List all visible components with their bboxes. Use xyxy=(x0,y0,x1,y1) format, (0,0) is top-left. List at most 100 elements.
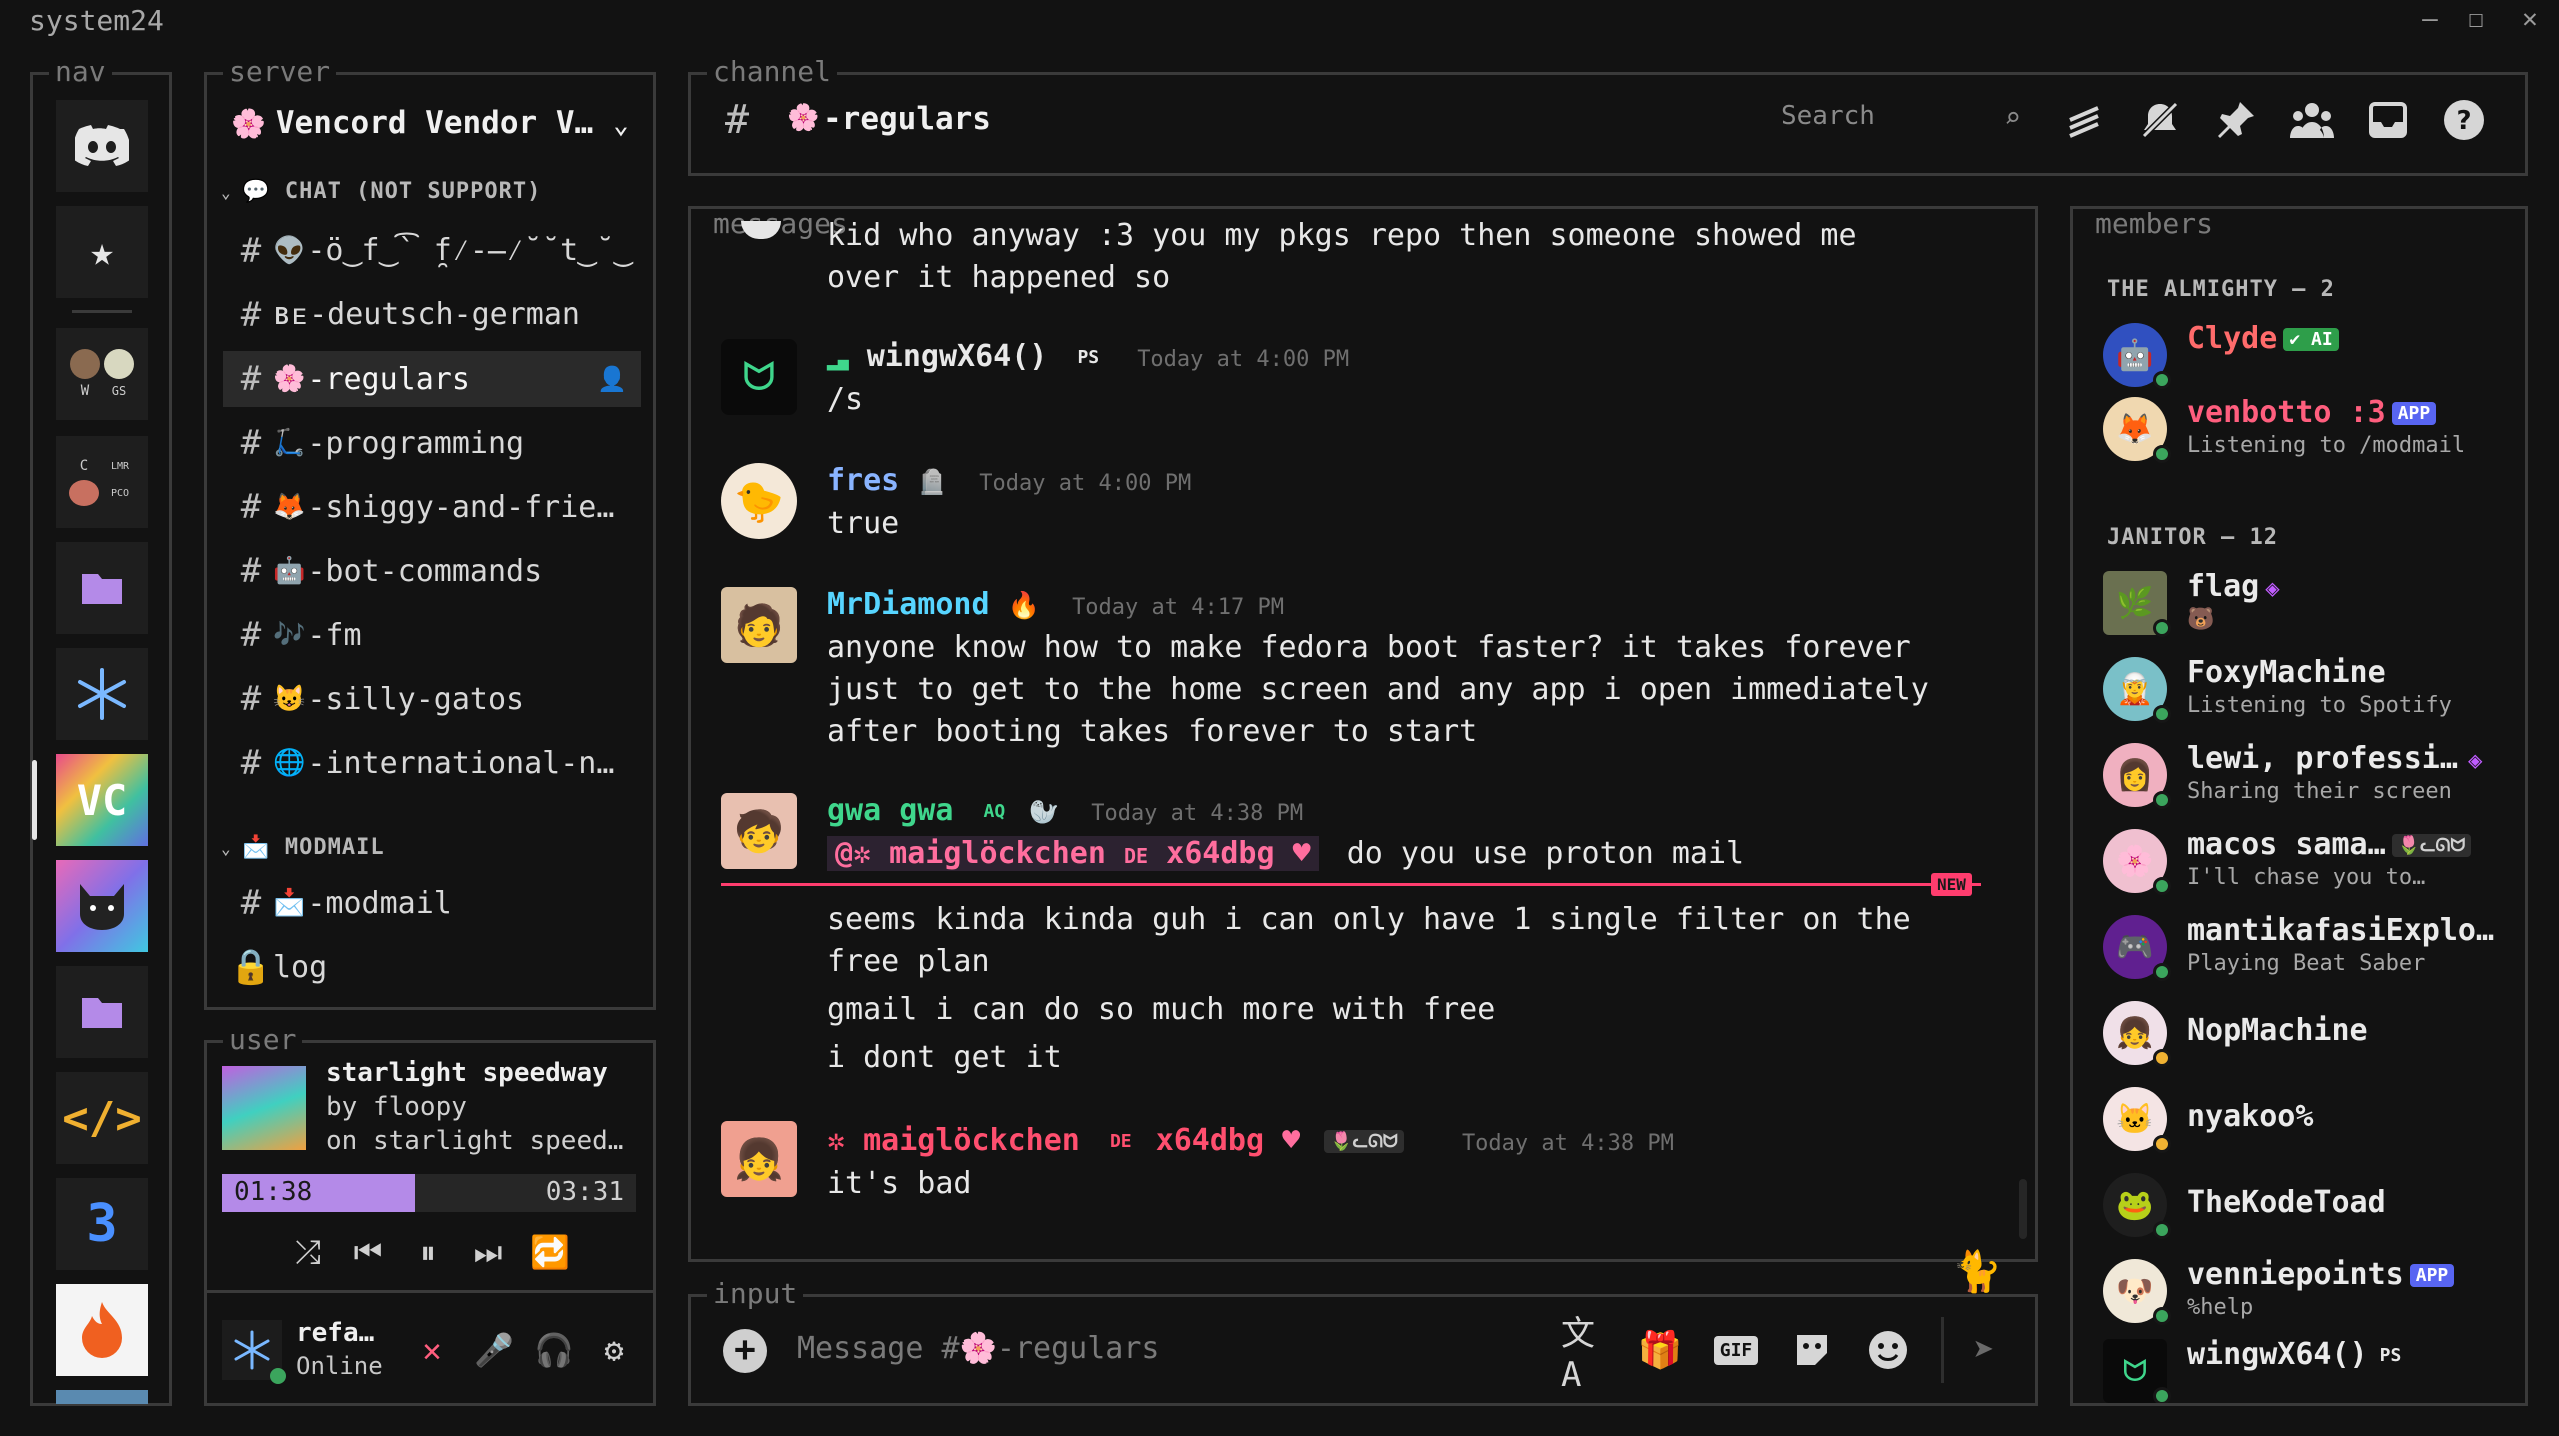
pause-icon[interactable]: ⏸ xyxy=(406,1230,450,1274)
b3-server-icon[interactable]: 3 xyxy=(56,1178,148,1270)
nitro-icon: ◈ xyxy=(2265,574,2280,602)
badge-icon: 🪦 xyxy=(917,468,948,496)
folder-icon[interactable] xyxy=(56,542,148,634)
avatar[interactable]: 🧒 xyxy=(721,793,797,869)
settings-gear-icon[interactable]: ⚙ xyxy=(592,1328,636,1372)
nav-legend: nav xyxy=(49,55,112,89)
member-mantikafasi[interactable]: 🎮 mantikafasiExplo… Playing Beat Saber xyxy=(2103,909,2525,989)
member-flag[interactable]: 🌿 flag ◈ 🐻 xyxy=(2103,565,2525,645)
member-macos-sama[interactable]: 🌸 macos sama… 🌷ᓚᘏᗢ I'll chase you to… xyxy=(2103,823,2525,903)
channel-regulars[interactable]: # 🌸 -regulars 👤 xyxy=(223,351,641,407)
channel-shiggy[interactable]: # 🦊 -shiggy-and-frie… xyxy=(223,479,641,535)
emoji-icon[interactable] xyxy=(1865,1327,1911,1373)
category-modmail[interactable]: ⌄ 📩 MODMAIL xyxy=(221,835,385,860)
translate-icon[interactable]: 文A xyxy=(1561,1314,1607,1395)
message-author[interactable]: fres 🪦 Today at 4:00 PM xyxy=(827,463,1191,498)
message-timestamp: Today at 4:17 PM xyxy=(1072,595,1284,620)
member-group-janitor: JANITOR — 12 xyxy=(2107,525,2278,550)
members-legend: members xyxy=(2089,209,2220,241)
message-text: kid who anyway :3 you my pkgs repo then … xyxy=(827,218,1857,253)
previous-track-icon[interactable]: ⏮ xyxy=(346,1230,390,1274)
track-artist: by floopy xyxy=(326,1092,467,1122)
channel-programming[interactable]: # 🛴 -programming xyxy=(223,415,641,471)
inbox-icon[interactable] xyxy=(2365,97,2411,143)
channel-aliens[interactable]: # 👽 -ö‿f‿̀͡ ̯f⁄-̶⁄˘˘t‿˘‿ xyxy=(223,223,641,279)
member-lewi[interactable]: 👩 lewi, professi… ◈ Sharing their screen xyxy=(2103,737,2525,817)
channel-hash-icon: # xyxy=(725,97,750,143)
avatar[interactable]: ᗢ xyxy=(721,339,797,415)
gift-icon[interactable]: 🎁 xyxy=(1637,1327,1683,1373)
member-clyde[interactable]: 🤖 Clyde ✔ AI xyxy=(2103,317,2525,397)
home-discord-icon[interactable] xyxy=(56,100,148,192)
member-foxymachine[interactable]: 🧝 FoxyMachine Listening to Spotify xyxy=(2103,651,2525,731)
stream-off-icon[interactable]: ✕ xyxy=(410,1328,454,1372)
pin-icon[interactable] xyxy=(2213,97,2259,143)
server-icon-partial[interactable] xyxy=(56,1390,148,1404)
member-thekodetoad[interactable]: 🐸 TheKodeToad xyxy=(2103,1167,2525,1247)
channel-fm[interactable]: # 🎶 -fm xyxy=(223,607,641,663)
channel-deutsch-german[interactable]: # ʙᴇ-deutsch-german xyxy=(223,287,641,343)
cat-server-icon[interactable] xyxy=(56,860,148,952)
server-folder-w-gs[interactable]: W GS xyxy=(56,328,148,420)
message-input[interactable]: Message #🌸-regulars xyxy=(797,1331,1497,1366)
gif-icon[interactable]: GIF xyxy=(1713,1327,1759,1373)
message-author[interactable]: ✲ maiglöckchen DE x64dbg ♥ 🌷ᓚᘏᗢ Today at… xyxy=(827,1123,1674,1158)
channel-silly-gatos[interactable]: # 😺 -silly-gatos xyxy=(223,671,641,727)
member-nyakoo[interactable]: 🐱 nyakoo% xyxy=(2103,1081,2525,1161)
sticker-icon[interactable] xyxy=(1789,1327,1835,1373)
headphones-icon[interactable]: 🎧 xyxy=(532,1328,576,1372)
message-text: /s xyxy=(827,382,864,417)
microphone-icon[interactable]: 🎤 xyxy=(472,1328,516,1372)
channel-international[interactable]: # 🌐 -international-n… xyxy=(223,735,641,791)
server-folder-c-lmr-pco[interactable]: C LMR PCO xyxy=(56,436,148,528)
next-track-icon[interactable]: ⏭ xyxy=(466,1230,510,1274)
member-venniepoints[interactable]: 🐶 venniepoints APP %help xyxy=(2103,1253,2525,1333)
vencord-server-icon[interactable] xyxy=(56,648,148,740)
member-wingwx64[interactable]: ᗢ wingwX64() PS xyxy=(2103,1333,2525,1403)
avatar[interactable]: 👧 xyxy=(721,1121,797,1197)
search-input[interactable]: Search ⌕ xyxy=(1781,101,2021,145)
add-member-icon[interactable]: 👤 xyxy=(597,365,627,393)
send-icon[interactable]: ➤ xyxy=(1961,1327,2007,1373)
message-author[interactable]: gwa gwa AQ 🦭 Today at 4:38 PM xyxy=(827,793,1303,828)
channel-emoji: 🌸 xyxy=(787,103,820,133)
close-button[interactable]: ✕ xyxy=(2510,4,2550,34)
message-timestamp: Today at 4:00 PM xyxy=(979,471,1192,496)
repeat-icon[interactable]: 🔁 xyxy=(528,1230,572,1274)
channel-modmail[interactable]: # 📩 -modmail xyxy=(223,875,641,931)
clan-tag: 🌷ᓚᘏᗢ xyxy=(1324,1130,1404,1153)
avatar[interactable]: 🧑 xyxy=(721,587,797,663)
track-album: on starlight speed… xyxy=(326,1126,624,1156)
threads-icon[interactable] xyxy=(2061,97,2107,143)
search-icon: ⌕ xyxy=(2004,101,2021,134)
track-progress-bar[interactable]: 01:38 03:31 xyxy=(222,1174,636,1212)
message-author[interactable]: ▂▄ wingwX64() PS Today at 4:00 PM xyxy=(827,339,1349,374)
vc-server-icon[interactable]: VC xyxy=(56,754,148,846)
message-author[interactable]: MrDiamond 🔥 Today at 4:17 PM xyxy=(827,587,1284,622)
category-chat[interactable]: ⌄ 💬 CHAT (NOT SUPPORT) xyxy=(221,179,541,204)
code-server-icon[interactable]: </> xyxy=(56,1072,148,1164)
maximize-button[interactable]: ☐ xyxy=(2456,4,2496,34)
svg-text:?: ? xyxy=(2456,106,2471,136)
mention[interactable]: @✲ maiglöckchen DE x64dbg ♥ xyxy=(827,836,1319,871)
fire-server-icon[interactable] xyxy=(56,1284,148,1376)
input-panel: input + Message #🌸-regulars 文A 🎁 GIF ➤ xyxy=(688,1277,2038,1406)
member-nopmachine[interactable]: 👧 NopMachine xyxy=(2103,995,2525,1075)
member-list-icon[interactable] xyxy=(2289,97,2335,143)
channel-bot-commands[interactable]: # 🤖 -bot-commands xyxy=(223,543,641,599)
notifications-muted-icon[interactable] xyxy=(2137,97,2183,143)
folder-icon[interactable] xyxy=(56,966,148,1058)
user-legend: user xyxy=(223,1023,303,1057)
favorites-star-icon[interactable]: ★ xyxy=(56,206,148,298)
help-icon[interactable]: ? xyxy=(2441,97,2487,143)
minimize-button[interactable]: — xyxy=(2410,4,2450,34)
attach-plus-button[interactable]: + xyxy=(723,1329,767,1373)
server-name[interactable]: 🌸 Vencord Vendor V… ⌄ xyxy=(231,105,629,141)
server-legend: server xyxy=(223,55,337,89)
channel-log[interactable]: 🔒 log xyxy=(223,939,641,995)
shuffle-icon[interactable]: ⤮ xyxy=(286,1230,330,1274)
message-text: after booting takes forever to start xyxy=(827,714,1478,749)
scrollbar[interactable] xyxy=(2019,1179,2027,1239)
member-venbotto[interactable]: 🦊 venbotto :3 APP Listening to /modmail xyxy=(2103,391,2525,471)
avatar[interactable]: 🐤 xyxy=(721,463,797,539)
